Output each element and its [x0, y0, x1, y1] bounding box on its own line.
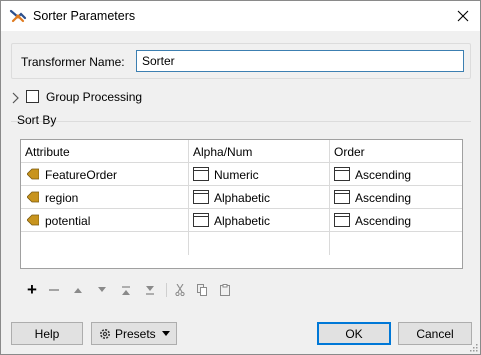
- table-row[interactable]: FeatureOrder Numeric Ascending: [21, 163, 462, 186]
- move-down-icon[interactable]: [93, 281, 111, 299]
- table-toolbar: +: [23, 280, 243, 301]
- cut-icon[interactable]: [171, 281, 189, 299]
- presets-label: Presets: [115, 326, 156, 341]
- paste-icon[interactable]: [216, 281, 234, 299]
- alpha-num-value: Alphabetic: [214, 191, 271, 205]
- dropdown-icon: [193, 167, 209, 181]
- empty-cell[interactable]: [21, 232, 189, 255]
- order-value: Ascending: [355, 191, 412, 205]
- dropdown-icon: [334, 190, 350, 204]
- attribute-icon: [27, 168, 39, 180]
- empty-cell[interactable]: [330, 232, 462, 255]
- alpha-num-cell[interactable]: Alphabetic: [189, 186, 330, 209]
- close-button[interactable]: [446, 1, 480, 31]
- resize-grip-icon[interactable]: [468, 342, 478, 352]
- attribute-value: region: [45, 191, 79, 205]
- transformer-name-input[interactable]: [136, 50, 464, 72]
- table-row-empty[interactable]: [21, 232, 462, 255]
- table-row[interactable]: potential Alphabetic Ascending: [21, 209, 462, 232]
- group-processing-row: Group Processing: [11, 89, 311, 107]
- order-value: Ascending: [355, 214, 412, 228]
- app-icon: [9, 9, 27, 23]
- title-bar: Sorter Parameters: [1, 1, 480, 31]
- empty-cell[interactable]: [189, 232, 330, 255]
- dropdown-icon: [334, 213, 350, 227]
- attribute-cell[interactable]: FeatureOrder: [21, 163, 189, 186]
- attribute-cell[interactable]: potential: [21, 209, 189, 232]
- dropdown-icon: [193, 190, 209, 204]
- move-top-icon[interactable]: [117, 281, 135, 299]
- attribute-value: FeatureOrder: [45, 168, 118, 182]
- dropdown-icon: [193, 213, 209, 227]
- attribute-value: potential: [45, 214, 91, 228]
- chevron-down-icon: [162, 331, 170, 336]
- alpha-num-value: Alphabetic: [214, 214, 271, 228]
- group-processing-label: Group Processing: [46, 90, 143, 104]
- presets-button[interactable]: Presets: [91, 322, 177, 345]
- help-button[interactable]: Help: [11, 322, 83, 345]
- window-title: Sorter Parameters: [33, 9, 136, 23]
- table-row[interactable]: region Alphabetic Ascending: [21, 186, 462, 209]
- attribute-cell[interactable]: region: [21, 186, 189, 209]
- column-header-order[interactable]: Order: [330, 140, 462, 163]
- dialog-window: Sorter Parameters Transformer Name: Grou…: [0, 0, 481, 355]
- attribute-icon: [27, 214, 39, 226]
- alpha-num-cell[interactable]: Numeric: [189, 163, 330, 186]
- dropdown-icon: [334, 167, 350, 181]
- ok-button[interactable]: OK: [317, 322, 391, 345]
- column-header-alpha-num[interactable]: Alpha/Num: [189, 140, 330, 163]
- sort-by-table: Attribute Alpha/Num Order FeatureOrder N…: [20, 139, 463, 269]
- alpha-num-value: Numeric: [214, 168, 259, 182]
- sort-by-legend: Sort By: [17, 113, 57, 127]
- transformer-name-group: Transformer Name:: [11, 43, 471, 79]
- move-up-icon[interactable]: [69, 281, 87, 299]
- chevron-right-icon[interactable]: [11, 92, 21, 104]
- copy-icon[interactable]: [193, 281, 211, 299]
- attribute-icon: [27, 191, 39, 203]
- column-header-attribute[interactable]: Attribute: [21, 140, 189, 163]
- gear-icon: [100, 328, 110, 339]
- dialog-body: Transformer Name: Group Processing Sort …: [1, 31, 480, 354]
- order-cell[interactable]: Ascending: [330, 209, 462, 232]
- table-header: Attribute Alpha/Num Order: [21, 140, 462, 163]
- remove-icon[interactable]: [45, 281, 63, 299]
- order-cell[interactable]: Ascending: [330, 186, 462, 209]
- cancel-button[interactable]: Cancel: [398, 322, 472, 345]
- group-processing-checkbox[interactable]: [26, 90, 39, 103]
- order-cell[interactable]: Ascending: [330, 163, 462, 186]
- toolbar-separator: [166, 283, 167, 297]
- transformer-name-label: Transformer Name:: [21, 55, 125, 69]
- order-value: Ascending: [355, 168, 412, 182]
- add-icon[interactable]: +: [23, 280, 41, 299]
- alpha-num-cell[interactable]: Alphabetic: [189, 209, 330, 232]
- move-bottom-icon[interactable]: [141, 281, 159, 299]
- close-icon: [457, 10, 469, 22]
